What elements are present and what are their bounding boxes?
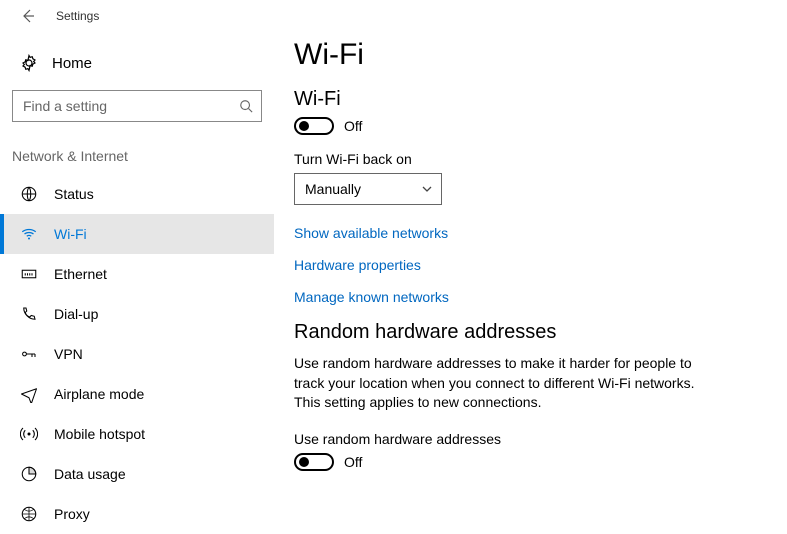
nav-label: Dial-up: [54, 306, 98, 322]
content-pane: Wi-Fi Wi-Fi Off Turn Wi-Fi back on Manua…: [274, 32, 787, 526]
ethernet-icon: [18, 265, 40, 283]
random-hw-toggle-state: Off: [344, 454, 362, 470]
wifi-toggle-state: Off: [344, 118, 362, 134]
phone-icon: [18, 305, 40, 323]
nav-label: Mobile hotspot: [54, 426, 145, 442]
home-button[interactable]: Home: [0, 46, 274, 80]
search-icon: [239, 99, 253, 113]
nav-label: Wi-Fi: [54, 226, 87, 242]
turn-back-select[interactable]: Manually: [294, 173, 442, 205]
nav-item-status[interactable]: Status: [0, 174, 274, 214]
proxy-icon: [18, 505, 40, 523]
link-manage-networks[interactable]: Manage known networks: [294, 289, 757, 305]
wifi-toggle[interactable]: Off: [294, 117, 757, 135]
airplane-icon: [18, 385, 40, 403]
search-box[interactable]: [12, 90, 262, 122]
nav-item-airplane[interactable]: Airplane mode: [0, 374, 274, 414]
toggle-knob: [299, 121, 309, 131]
vpn-icon: [18, 345, 40, 363]
link-hardware-properties[interactable]: Hardware properties: [294, 257, 757, 273]
nav-list: Status Wi-Fi Ethernet Dial-up: [0, 174, 274, 534]
nav-item-hotspot[interactable]: Mobile hotspot: [0, 414, 274, 454]
toggle-knob: [299, 457, 309, 467]
home-label: Home: [52, 55, 92, 72]
nav-item-vpn[interactable]: VPN: [0, 334, 274, 374]
nav-item-proxy[interactable]: Proxy: [0, 494, 274, 534]
nav-label: Status: [54, 186, 94, 202]
random-hw-toggle[interactable]: Off: [294, 453, 757, 471]
wifi-icon: [18, 225, 40, 243]
nav-label: Airplane mode: [54, 386, 144, 402]
nav-item-ethernet[interactable]: Ethernet: [0, 254, 274, 294]
nav-item-wifi[interactable]: Wi-Fi: [0, 214, 274, 254]
nav-label: Proxy: [54, 506, 90, 522]
random-hw-toggle-label: Use random hardware addresses: [294, 431, 757, 447]
nav-item-datausage[interactable]: Data usage: [0, 454, 274, 494]
nav-label: VPN: [54, 346, 83, 362]
data-usage-icon: [18, 465, 40, 483]
chevron-down-icon: [421, 183, 433, 195]
turn-back-label: Turn Wi-Fi back on: [294, 151, 757, 167]
nav-label: Ethernet: [54, 266, 107, 282]
arrow-left-icon: [20, 8, 36, 24]
turn-back-value: Manually: [305, 181, 361, 197]
toggle-track: [294, 117, 334, 135]
nav-item-dialup[interactable]: Dial-up: [0, 294, 274, 334]
nav-label: Data usage: [54, 466, 126, 482]
back-button[interactable]: [12, 0, 44, 32]
group-title: Network & Internet: [0, 148, 274, 164]
wifi-section-header: Wi-Fi: [294, 88, 757, 111]
hotspot-icon: [18, 425, 40, 443]
link-show-networks[interactable]: Show available networks: [294, 225, 757, 241]
titlebar: Settings: [0, 0, 787, 32]
window-title: Settings: [56, 9, 99, 23]
globe-icon: [18, 185, 40, 203]
search-input[interactable]: [21, 97, 221, 115]
toggle-track: [294, 453, 334, 471]
random-hw-header: Random hardware addresses: [294, 321, 757, 344]
random-hw-description: Use random hardware addresses to make it…: [294, 354, 724, 413]
sidebar: Home Network & Internet Status Wi-Fi: [0, 32, 274, 526]
gear-icon: [18, 54, 40, 72]
page-title: Wi-Fi: [294, 38, 757, 72]
